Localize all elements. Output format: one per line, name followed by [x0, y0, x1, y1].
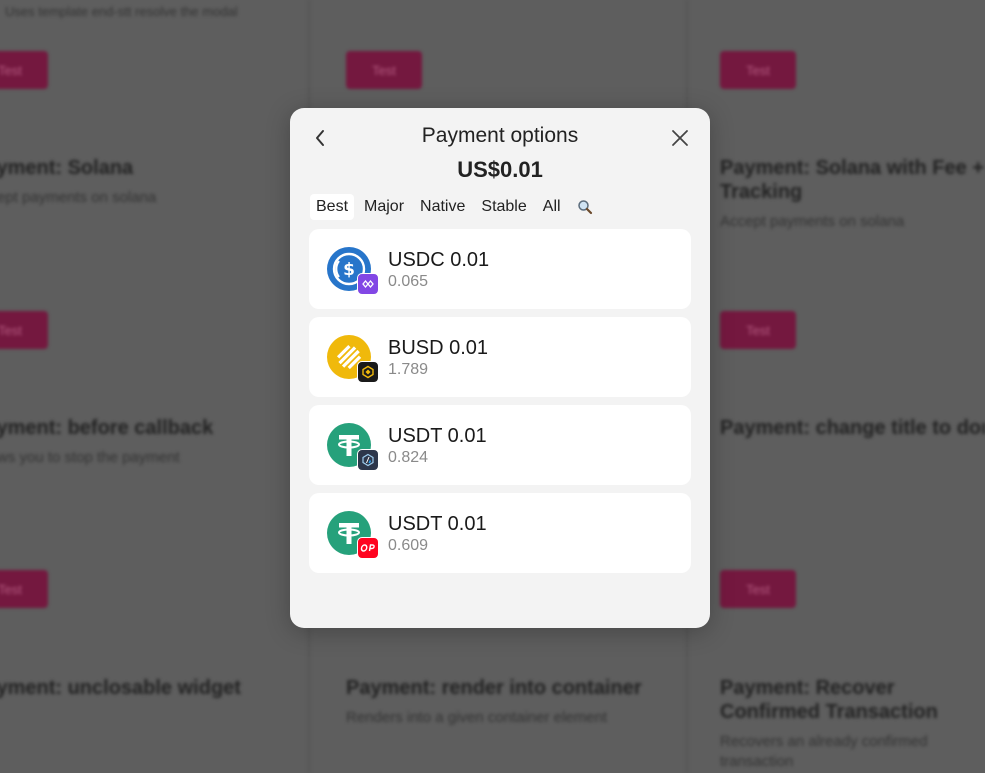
- token-name: USDT 0.01: [388, 513, 487, 535]
- optimism-icon: [357, 537, 379, 559]
- tab-major[interactable]: Major: [358, 194, 410, 220]
- token-name: USDC 0.01: [388, 249, 490, 271]
- token-list: $ USDC 0.01 0.065 BUSD 0.01 1.789 USDT 0…: [309, 229, 691, 581]
- token-balance: 0.065: [388, 273, 429, 290]
- token-option-usdt-arbitrum[interactable]: USDT 0.01 0.824: [309, 405, 691, 485]
- close-icon: [672, 130, 688, 146]
- tab-stable[interactable]: Stable: [475, 194, 532, 220]
- token-balance: 0.824: [388, 449, 429, 466]
- token-balance: 0.609: [388, 537, 429, 554]
- modal-title: Payment options: [421, 124, 579, 147]
- tab-best[interactable]: Best: [310, 194, 355, 220]
- search-icon: [577, 200, 592, 215]
- tab-all[interactable]: All: [537, 194, 567, 220]
- arbitrum-icon: [357, 449, 379, 471]
- token-name: USDT 0.01: [388, 425, 487, 447]
- tab-native[interactable]: Native: [414, 194, 471, 220]
- search-button[interactable]: [571, 195, 599, 219]
- token-option-busd-bnb[interactable]: BUSD 0.01 1.789: [309, 317, 691, 397]
- svg-text:$: $: [343, 260, 355, 280]
- payment-options-modal: Payment options US$0.01 Best Major Nativ…: [290, 108, 710, 628]
- token-balance: 1.789: [388, 361, 429, 378]
- polygon-icon: [357, 273, 379, 295]
- token-name: BUSD 0.01: [388, 337, 489, 359]
- payment-amount: US$0.01: [457, 157, 543, 182]
- bnb-chain-icon: [357, 361, 379, 383]
- token-filter-tabs: Best Major Native Stable All: [310, 194, 599, 220]
- token-option-usdt-optimism[interactable]: USDT 0.01 0.609: [309, 493, 691, 573]
- token-option-usdc-polygon[interactable]: $ USDC 0.01 0.065: [309, 229, 691, 309]
- close-button[interactable]: [668, 126, 692, 150]
